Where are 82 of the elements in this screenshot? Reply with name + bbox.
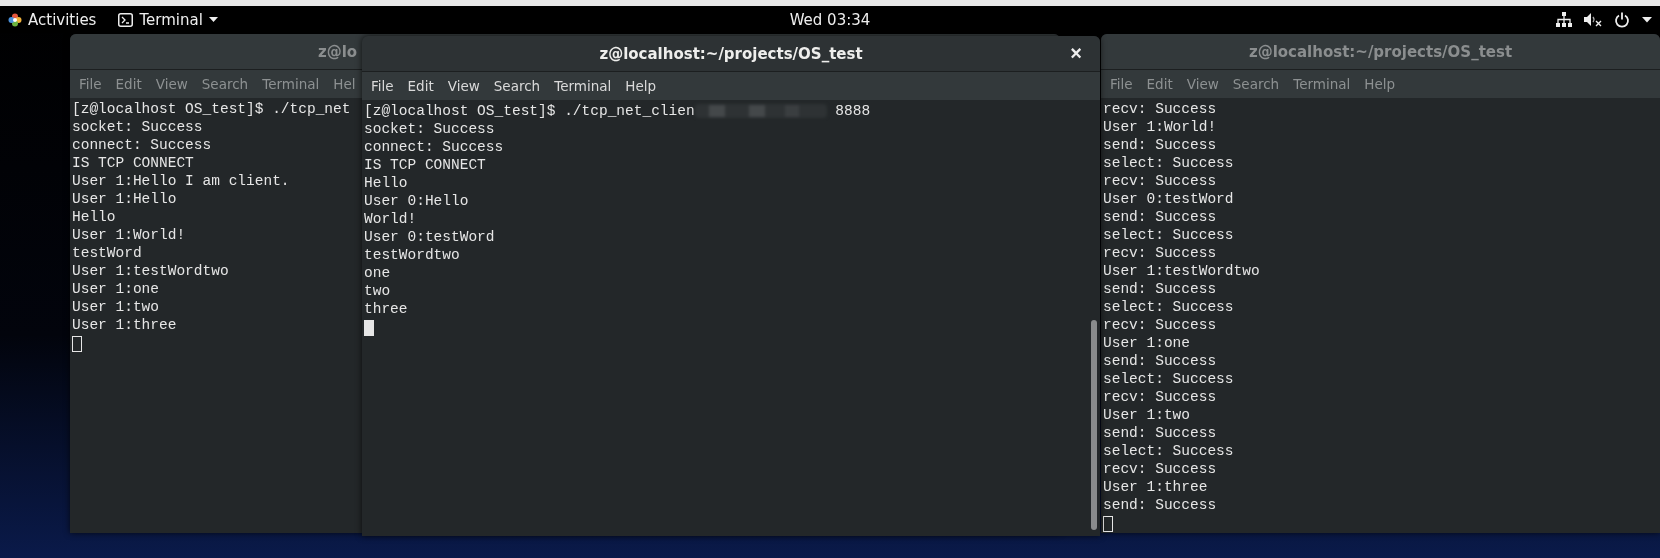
output-line: recv: Success <box>1103 244 1217 262</box>
output-line: User 1:Hello <box>72 190 177 208</box>
port-number: 8888 <box>834 102 871 120</box>
output-line: send: Success <box>1103 496 1217 514</box>
menu-item[interactable]: Search <box>201 76 249 92</box>
output-line: recv: Success <box>1103 388 1217 406</box>
menu-item[interactable]: Search <box>1232 76 1280 92</box>
output-line: recv: Success <box>1103 172 1217 190</box>
menu-item[interactable]: Search <box>493 78 541 94</box>
output-line: connect: Success <box>72 136 212 154</box>
menu-item[interactable]: Help <box>625 78 657 94</box>
output-line: send: Success <box>1103 208 1217 226</box>
menu-item[interactable]: Terminal <box>262 76 320 92</box>
flower-icon <box>8 12 22 27</box>
output-line: World! <box>364 210 417 228</box>
menu-item[interactable]: View <box>447 78 480 94</box>
output-line: two <box>364 282 391 300</box>
output-line: IS TCP CONNECT <box>72 154 194 172</box>
close-button[interactable]: × <box>1066 42 1086 65</box>
scrollbar[interactable] <box>1088 100 1100 536</box>
output-line: User 1:three <box>72 316 177 334</box>
output-line: User 1:testWordtwo <box>72 262 229 280</box>
menu-item[interactable]: View <box>155 76 188 92</box>
output-line: User 1:one <box>72 280 159 298</box>
output-line: send: Success <box>1103 280 1217 298</box>
menu-item[interactable]: File <box>79 76 102 92</box>
output-line: one <box>364 264 391 282</box>
power-icon[interactable] <box>1614 11 1630 28</box>
output-line: recv: Success <box>1103 100 1217 118</box>
output-line: select: Success <box>1103 370 1234 388</box>
output-line: User 1:one <box>1103 334 1190 352</box>
output-line: socket: Success <box>364 120 495 138</box>
output-line: send: Success <box>1103 136 1217 154</box>
caret-icon[interactable] <box>1642 16 1652 23</box>
menu-item[interactable]: Edit <box>115 76 142 92</box>
window-title: z@localhost:~/projects/OS_test <box>599 44 863 63</box>
activities-button[interactable]: Activities <box>28 10 97 29</box>
clock[interactable]: Wed 03:34 <box>789 10 871 29</box>
output-line: send: Success <box>1103 352 1217 370</box>
output-line: socket: Success <box>72 118 203 136</box>
command-line: [z@localhost OS_test]$ ./tcp_net_clien <box>364 102 695 120</box>
output-line: User 0:testWord <box>364 228 495 246</box>
output-line: User 1:World! <box>72 226 186 244</box>
output-line: select: Success <box>1103 442 1234 460</box>
menu-item[interactable]: File <box>371 78 394 94</box>
output-line: User 1:World! <box>1103 118 1217 136</box>
window-title: z@lo <box>318 42 358 61</box>
menu-item[interactable]: Hel <box>333 76 356 92</box>
app-menu[interactable]: Terminal <box>139 10 203 29</box>
menu-item[interactable]: File <box>1110 76 1133 92</box>
output-line: three <box>364 300 408 318</box>
output-line: User 0:testWord <box>1103 190 1234 208</box>
output-line: connect: Success <box>364 138 504 156</box>
output-line: User 0:Hello <box>364 192 469 210</box>
menu-item[interactable]: View <box>1186 76 1219 92</box>
menu-item[interactable]: Terminal <box>1293 76 1351 92</box>
output-line: Hello <box>364 174 408 192</box>
output-line: IS TCP CONNECT <box>364 156 486 174</box>
output-line: send: Success <box>1103 424 1217 442</box>
output-line: recv: Success <box>1103 460 1217 478</box>
output-line: User 1:two <box>1103 406 1190 424</box>
output-line: select: Success <box>1103 226 1234 244</box>
menu-item[interactable]: Help <box>1364 76 1396 92</box>
output-line: testWordtwo <box>364 246 460 264</box>
output-line: testWord <box>72 244 142 262</box>
output-line: select: Success <box>1103 298 1234 316</box>
window-title: z@localhost:~/projects/OS_test <box>1248 42 1513 61</box>
caret-icon <box>208 16 218 23</box>
output-line: [z@localhost OS_test]$ ./tcp_net <box>72 100 351 118</box>
output-line: User 1:Hello I am client. <box>72 172 290 190</box>
output-line: User 1:testWordtwo <box>1103 262 1260 280</box>
menu-item[interactable]: Terminal <box>554 78 612 94</box>
output-line: Hello <box>72 208 116 226</box>
output-line: User 1:two <box>72 298 159 316</box>
menu-item[interactable]: Edit <box>407 78 434 94</box>
menu-item[interactable]: Edit <box>1146 76 1173 92</box>
output-line: select: Success <box>1103 154 1234 172</box>
terminal-icon <box>118 12 134 27</box>
network-icon[interactable] <box>1556 12 1572 27</box>
output-line: User 1:three <box>1103 478 1208 496</box>
volume-muted-icon[interactable] <box>1584 12 1602 27</box>
output-line: recv: Success <box>1103 316 1217 334</box>
